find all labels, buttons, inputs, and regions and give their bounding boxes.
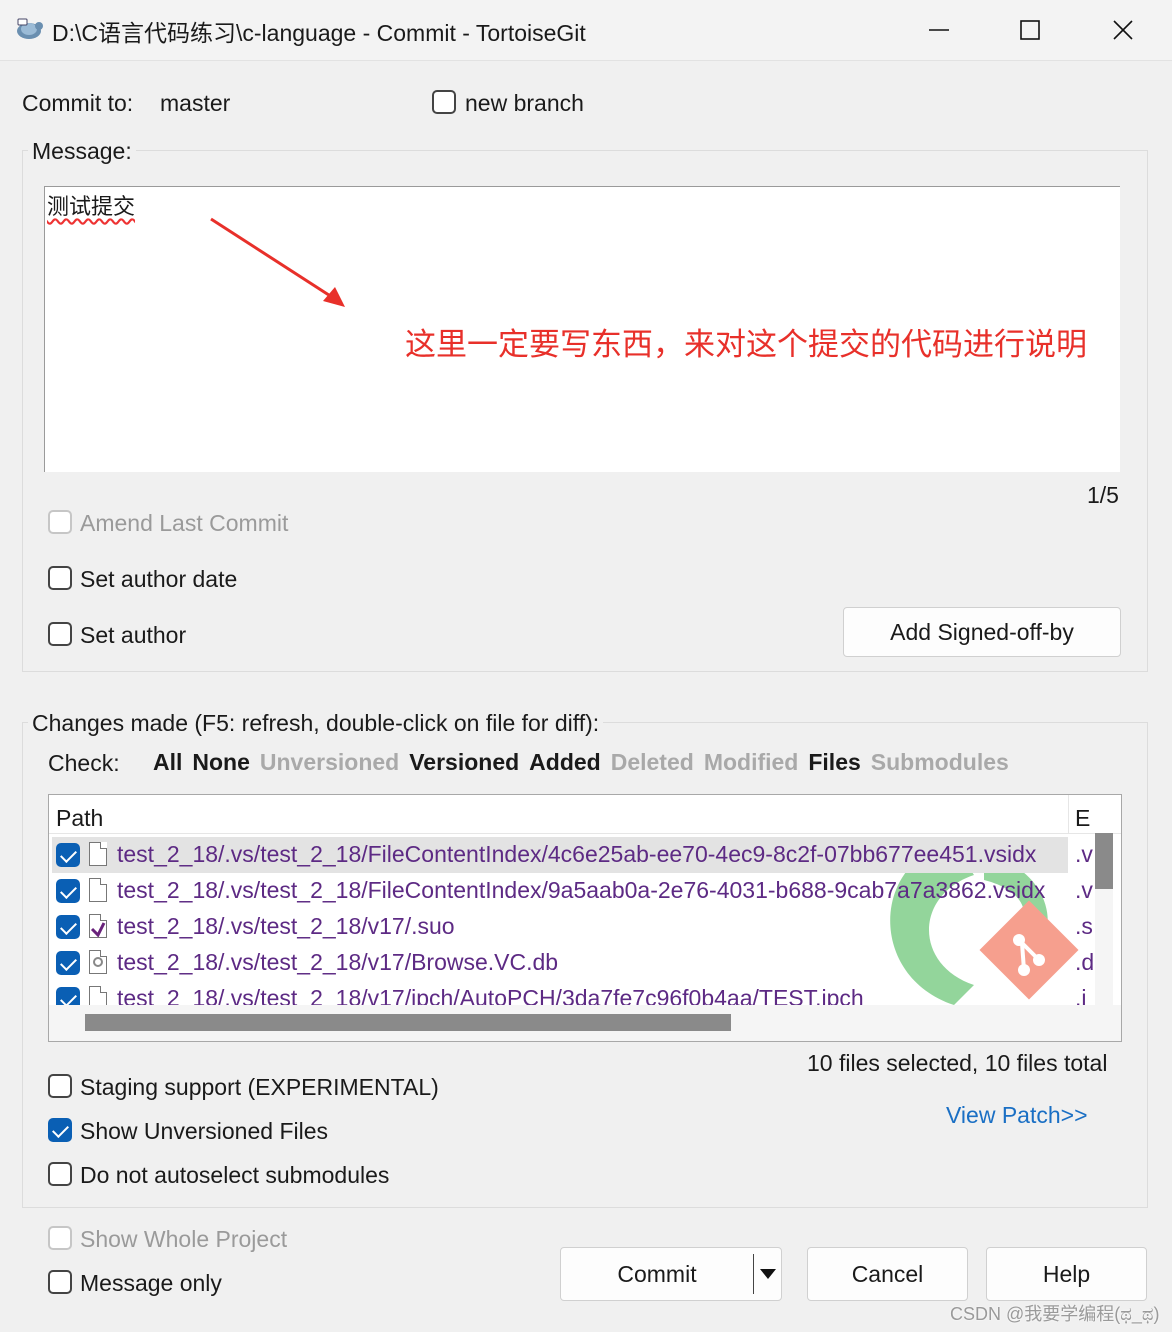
filter-all[interactable]: All [153,749,182,776]
column-header-ext[interactable]: E [1075,805,1090,832]
window-title: D:\C语言代码练习\c-language - Commit - Tortois… [52,20,586,46]
message-only-checkbox[interactable] [48,1270,72,1294]
filter-versioned[interactable]: Versioned [409,749,519,776]
help-button[interactable]: Help [986,1247,1147,1301]
branch-name: master [160,90,231,116]
cancel-button[interactable]: Cancel [807,1247,968,1301]
staging-support-checkbox[interactable] [48,1074,72,1098]
title-bar: D:\C语言代码练习\c-language - Commit - Tortois… [0,0,1172,61]
amend-last-commit-label: Amend Last Commit [80,510,289,536]
filter-modified: Modified [703,749,799,775]
set-author-checkbox[interactable] [48,622,72,646]
add-signed-off-by-button[interactable]: Add Signed-off-by [843,607,1121,657]
minimize-button[interactable] [893,0,985,60]
vertical-scrollbar-thumb[interactable] [1095,833,1113,889]
message-only-label[interactable]: Message only [80,1270,222,1297]
check-label: Check: [48,750,120,776]
file-list-header: Path E [49,795,1121,834]
file-row[interactable]: test_2_18/.vs/test_2_18/FileContentIndex… [52,837,1093,873]
annotation-text: 这里一定要写东西，来对这个提交的代码进行说明 [405,327,1087,362]
view-patch-link[interactable]: View Patch>> [946,1102,1088,1129]
filter-deleted: Deleted [610,749,694,775]
message-textarea[interactable]: 测试提交 这里一定要写东西，来对这个提交的代码进行说明 [44,186,1120,472]
show-whole-project-checkbox[interactable] [48,1226,72,1250]
visual-studio-file-icon [89,914,107,938]
no-autoselect-submodules-checkbox[interactable] [48,1162,72,1186]
filter-submodules: Submodules [870,749,1009,775]
show-unversioned-label[interactable]: Show Unversioned Files [80,1118,328,1145]
show-unversioned-checkbox[interactable] [48,1118,72,1142]
file-path: test_2_18/.vs/test_2_18/v17/Browse.VC.db [117,949,559,975]
file-row[interactable]: test_2_18/.vs/test_2_18/v17/.suo .s [52,909,1093,945]
commit-split-button[interactable]: Commit [560,1247,782,1301]
no-autoselect-submodules-label[interactable]: Do not autoselect submodules [80,1162,389,1189]
commit-to-label: Commit to: [22,90,134,116]
file-ext: .s [1075,913,1093,939]
file-path: test_2_18/.vs/test_2_18/v17/.suo [117,913,455,939]
files-summary: 10 files selected, 10 files total [807,1050,1108,1076]
horizontal-scrollbar[interactable] [49,1005,1121,1041]
check-filter-bar: All None Unversioned Versioned Added Del… [153,749,1019,776]
message-group-label: Message: [28,138,136,165]
commit-button[interactable]: Commit [561,1248,753,1300]
file-row-checkbox[interactable] [56,843,80,867]
changes-group-label: Changes made (F5: refresh, double-click … [28,710,604,737]
file-row[interactable]: test_2_18/.vs/test_2_18/v17/Browse.VC.db… [52,945,1094,981]
show-whole-project-label: Show Whole Project [80,1226,288,1252]
new-branch-checkbox[interactable] [432,90,456,114]
file-icon [89,878,107,902]
file-ext: .v [1075,841,1093,867]
file-path: test_2_18/.vs/test_2_18/FileContentIndex… [117,841,1037,867]
set-author-date-label[interactable]: Set author date [80,566,237,593]
close-button[interactable] [1077,0,1169,60]
file-row-checkbox[interactable] [56,951,80,975]
new-branch-label[interactable]: new branch [465,90,584,117]
filter-unversioned: Unversioned [259,749,400,775]
message-text: 测试提交 [47,195,136,220]
maximize-button[interactable] [984,0,1076,60]
file-row-checkbox[interactable] [56,879,80,903]
database-file-icon [89,950,107,974]
staging-support-label[interactable]: Staging support (EXPERIMENTAL) [80,1074,439,1101]
horizontal-scrollbar-thumb[interactable] [85,1014,731,1031]
commit-dropdown-chevron-icon[interactable] [755,1248,781,1300]
filter-none[interactable]: None [192,749,250,776]
csdn-watermark: CSDN @我要学编程(ಥ_ಥ) [950,1304,1160,1324]
message-counter: 1/5 [1087,482,1119,508]
file-ext: .v [1075,877,1093,903]
set-author-date-checkbox[interactable] [48,566,72,590]
set-author-label[interactable]: Set author [80,622,186,649]
file-path: test_2_18/.vs/test_2_18/FileContentIndex… [117,877,1046,903]
filter-files[interactable]: Files [808,749,860,776]
file-row-checkbox[interactable] [56,915,80,939]
file-list[interactable]: Path E test_2_18/.vs/test_2_18/FileConte… [48,794,1122,1042]
vertical-scrollbar[interactable] [1095,833,1113,1005]
annotation-arrow-icon [210,217,345,307]
amend-last-commit-checkbox[interactable] [48,510,72,534]
file-row[interactable]: test_2_18/.vs/test_2_18/FileContentIndex… [52,873,1093,909]
filter-added[interactable]: Added [529,749,601,776]
tortoisegit-app-icon [14,16,44,42]
file-ext: .d [1075,949,1095,975]
file-icon [89,842,107,866]
column-header-path[interactable]: Path [56,805,103,832]
